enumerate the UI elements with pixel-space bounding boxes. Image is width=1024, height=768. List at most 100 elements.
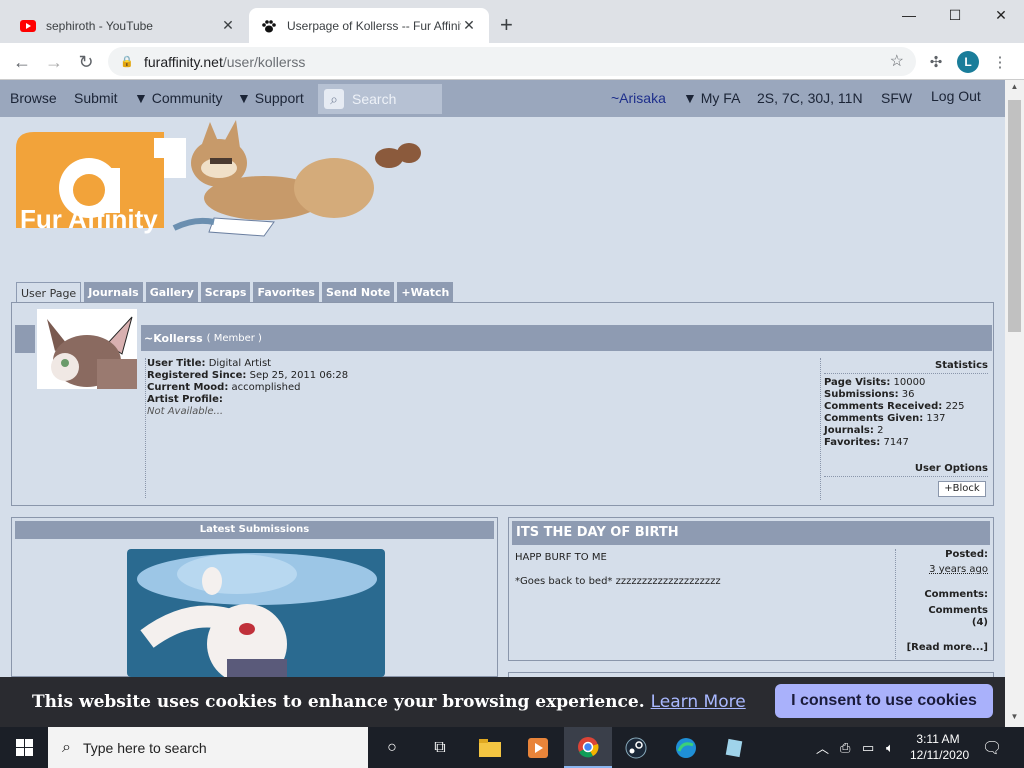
tab-send-note[interactable]: Send Note [321, 282, 395, 303]
statistics-box: Statistics Page Visits: 10000 Submission… [820, 358, 988, 500]
latest-submissions-panel: Latest Submissions [11, 517, 498, 677]
menu-kebab-icon[interactable]: ⋮ [989, 51, 1011, 73]
profile-username[interactable]: ~Kollerss [144, 332, 203, 345]
stat-label: Comments Received: [824, 401, 943, 412]
url-host: furaffinity.net [144, 53, 223, 70]
steam-icon[interactable] [612, 727, 660, 768]
logo-text: Fur Affinity [20, 204, 158, 234]
nav-community[interactable]: ▼ Community [134, 90, 223, 106]
meet-now-icon[interactable]: ⎙ [840, 727, 850, 768]
stat-value: 137 [926, 413, 946, 424]
stat-value: 36 [901, 389, 915, 400]
stat-value: 225 [945, 401, 965, 412]
site-logo-banner[interactable]: Fur Affinity [14, 118, 434, 248]
tab-gallery[interactable]: Gallery [145, 282, 198, 303]
browser-tab-furaffinity[interactable]: Userpage of Kollerss -- Fur Affinity ✕ [249, 8, 489, 43]
bookmark-star-icon[interactable]: ☆ [890, 51, 904, 71]
tab-favorites[interactable]: Favorites [253, 282, 319, 303]
close-window-icon[interactable]: ✕ [978, 0, 1024, 30]
submission-thumbnail[interactable] [127, 549, 385, 677]
stat-label: Submissions: [824, 389, 899, 400]
avatar[interactable] [37, 309, 137, 389]
taskbar-search-input[interactable]: ⌕ Type here to search [48, 727, 368, 768]
tab-title: Userpage of Kollerss -- Fur Affinity [287, 18, 461, 33]
address-bar[interactable]: 🔒 furaffinity.net/user/kollerss ☆ [108, 47, 916, 76]
tab-journals[interactable]: Journals [84, 282, 143, 303]
clock-date: 12/11/2020 [910, 748, 970, 762]
posted-value: 3 years ago [929, 564, 988, 575]
notepad-icon[interactable] [710, 727, 758, 768]
network-icon[interactable]: ▭ [862, 727, 874, 768]
profile-avatar[interactable]: L [957, 51, 979, 73]
stat-row: Comments Received: 225 [824, 401, 988, 413]
scrollbar-thumb[interactable] [1008, 100, 1021, 332]
block-button[interactable]: +Block [938, 481, 986, 497]
artist-profile-label: Artist Profile: [147, 394, 223, 405]
minimize-icon[interactable]: — [886, 0, 932, 30]
user-title-label: User Title: [147, 358, 206, 369]
tab-user-page[interactable]: User Page [16, 282, 82, 303]
comments-link[interactable]: Comments [896, 605, 988, 617]
youtube-icon [20, 18, 36, 34]
browser-toolbar: ← → ↻ 🔒 furaffinity.net/user/kollerss ☆ … [0, 43, 1024, 80]
registered-value: Sep 25, 2011 06:28 [249, 370, 349, 381]
notifications-icon[interactable]: 🗨︎ [982, 727, 1002, 768]
nav-myfa[interactable]: ▼ My FA [683, 90, 740, 106]
forward-icon[interactable]: → [42, 50, 66, 74]
divider [145, 358, 146, 498]
nav-submit[interactable]: Submit [74, 90, 118, 106]
profile-name-bar: ~Kollerss ( Member ) [141, 325, 992, 351]
new-tab-icon[interactable]: + [500, 13, 513, 37]
profile-role: ( Member ) [206, 332, 262, 344]
volume-icon[interactable]: 🔈︎ [886, 727, 894, 768]
back-icon[interactable]: ← [10, 50, 34, 74]
nav-username[interactable]: ~Arisaka [611, 90, 666, 106]
cookie-message: This website uses cookies to enhance you… [32, 692, 645, 712]
media-player-icon[interactable] [514, 727, 562, 768]
stat-label: Page Visits: [824, 377, 891, 388]
cortana-icon[interactable]: ○ [368, 727, 416, 768]
user-options-heading: User Options [824, 463, 988, 477]
edge-icon[interactable] [662, 727, 710, 768]
search-placeholder: Search [352, 91, 397, 107]
read-more-link[interactable]: [Read more...] [896, 642, 988, 654]
journal-title[interactable]: ITS THE DAY OF BIRTH [512, 521, 990, 545]
windows-start-icon[interactable] [0, 727, 48, 768]
nav-browse[interactable]: Browse [10, 90, 57, 106]
stat-row: Favorites: 7147 [824, 437, 988, 449]
reload-icon[interactable]: ↻ [74, 50, 98, 74]
page-scrollbar[interactable]: ▲ ▼ [1005, 80, 1024, 727]
stat-row: Comments Given: 137 [824, 413, 988, 425]
stat-label: Favorites: [824, 437, 881, 448]
artist-profile-value: Not Available... [147, 406, 224, 417]
scroll-up-icon[interactable]: ▲ [1005, 82, 1024, 91]
user-profile-panel: ~Kollerss ( Member ) User Title: Digital… [11, 302, 994, 506]
extensions-icon[interactable]: ✣ [925, 51, 947, 73]
statistics-heading: Statistics [824, 360, 988, 374]
task-view-icon[interactable]: ⧉ [416, 727, 464, 768]
chrome-icon[interactable] [564, 727, 612, 768]
close-tab-icon[interactable]: ✕ [461, 17, 477, 34]
comments-count[interactable]: (4) [896, 617, 988, 629]
site-search-input[interactable]: ⌕ Search [318, 84, 442, 114]
taskbar-clock[interactable]: 3:11 AM 12/11/2020 [910, 731, 970, 763]
tab-scraps[interactable]: Scraps [200, 282, 251, 303]
maximize-icon[interactable]: ☐ [932, 0, 978, 30]
stat-value: 2 [877, 425, 884, 436]
show-hidden-icons-icon[interactable]: ︿ [816, 727, 829, 768]
scroll-down-icon[interactable]: ▼ [1005, 712, 1024, 721]
file-explorer-icon[interactable] [466, 727, 514, 768]
browser-tab-youtube[interactable]: sephiroth - YouTube ✕ [8, 8, 248, 43]
stat-value: 10000 [893, 377, 926, 388]
stat-row: Page Visits: 10000 [824, 377, 988, 389]
consent-cookies-button[interactable]: I consent to use cookies [775, 684, 993, 718]
taskbar-search-placeholder: Type here to search [82, 739, 207, 756]
close-tab-icon[interactable]: ✕ [220, 17, 236, 34]
nav-notification-counts[interactable]: 2S, 7C, 30J, 11N [757, 90, 863, 106]
url-path: /user/kollerss [222, 53, 306, 70]
nav-support[interactable]: ▼ Support [237, 90, 304, 106]
tab-watch[interactable]: +Watch [397, 282, 454, 303]
nav-logout[interactable]: Log Out [931, 88, 981, 104]
nav-sfw-toggle[interactable]: SFW [881, 90, 912, 106]
learn-more-link[interactable]: Learn More [651, 692, 746, 712]
